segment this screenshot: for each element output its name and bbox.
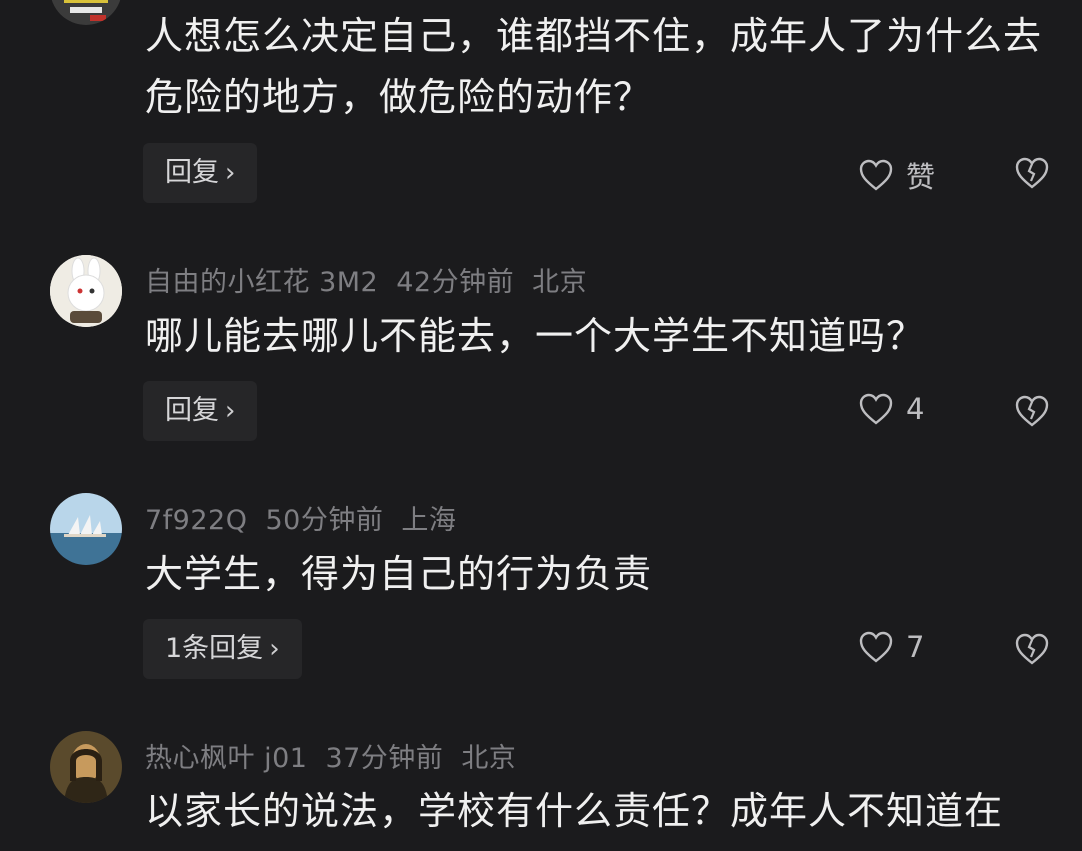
- timestamp: 50分钟前: [265, 505, 384, 536]
- broken-heart-icon: [1015, 633, 1049, 665]
- broken-heart-icon: [1015, 395, 1049, 427]
- heart-icon: [858, 158, 894, 192]
- chevron-right-icon: ›: [225, 158, 236, 188]
- comment-meta: 热心枫叶 j01 37分钟前 北京: [145, 736, 534, 775]
- chevron-right-icon: ›: [225, 396, 236, 426]
- portrait-avatar-icon: [50, 731, 122, 803]
- avatar[interactable]: [50, 731, 122, 803]
- reply-button[interactable]: 回复 ›: [143, 381, 258, 441]
- avatar[interactable]: [50, 255, 122, 327]
- reply-button[interactable]: 回复 ›: [143, 143, 258, 203]
- comment-text: 以家长的说法，学校有什么责任？成年人不知道在: [145, 789, 1004, 833]
- dislike-button[interactable]: [1013, 155, 1051, 193]
- rabbit-avatar-icon: [50, 255, 122, 327]
- dislike-button[interactable]: [1013, 393, 1051, 431]
- username[interactable]: 自由的小红花 3M2: [145, 267, 378, 298]
- heart-icon: [858, 630, 894, 664]
- like-button[interactable]: 赞: [858, 154, 935, 196]
- comment-text: 大学生，得为自己的行为负责: [145, 552, 653, 596]
- poster-avatar-icon: [51, 0, 121, 25]
- heart-icon: [858, 392, 894, 426]
- like-count: 7: [906, 630, 925, 664]
- dislike-button[interactable]: [1013, 631, 1051, 669]
- reply-label: 回复: [165, 395, 219, 426]
- username[interactable]: 热心枫叶 j01: [145, 743, 307, 774]
- timestamp: 42分钟前: [396, 267, 515, 298]
- chevron-right-icon: ›: [269, 634, 280, 664]
- broken-heart-icon: [1015, 157, 1049, 189]
- reply-label: 回复: [165, 157, 219, 188]
- location: 北京: [461, 743, 517, 774]
- avatar[interactable]: [50, 493, 122, 565]
- like-button[interactable]: 7: [858, 630, 924, 664]
- comment-text: 人想怎么决定自己，谁都挡不住，成年人了为什么去危险的地方，做危险的动作？: [145, 14, 1043, 119]
- timestamp: 37分钟前: [325, 743, 444, 774]
- location: 北京: [532, 267, 588, 298]
- avatar[interactable]: [50, 0, 122, 25]
- location: 上海: [401, 505, 457, 536]
- like-count: 4: [906, 392, 925, 426]
- comment-meta: 7f922Q 50分钟前 上海: [145, 498, 474, 537]
- comment-text: 哪儿能去哪儿不能去，一个大学生不知道吗？: [145, 314, 926, 358]
- comment-meta: 自由的小红花 3M2 42分钟前 北京: [145, 260, 605, 299]
- opera-house-avatar-icon: [50, 493, 122, 565]
- username[interactable]: 7f922Q: [145, 505, 247, 536]
- like-button[interactable]: 4: [858, 392, 924, 426]
- reply-label: 1条回复: [165, 633, 264, 664]
- like-count: 赞: [906, 160, 936, 194]
- reply-button[interactable]: 1条回复 ›: [143, 619, 302, 679]
